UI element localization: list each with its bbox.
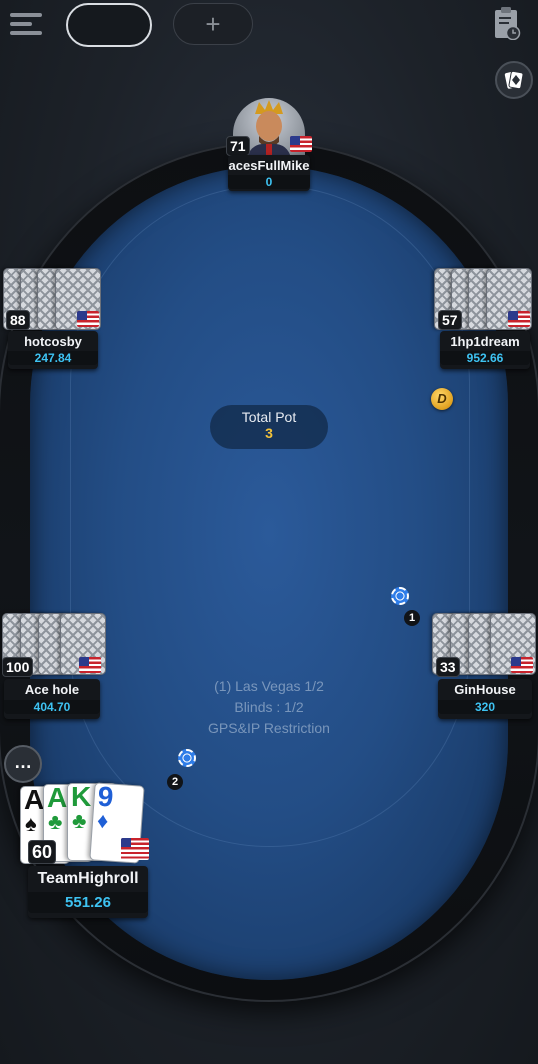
- player-stack: 952.66: [440, 351, 530, 365]
- card-deck-icon: [504, 70, 524, 90]
- usa-flag-icon: [79, 657, 101, 673]
- card-suit: ♠: [25, 811, 37, 836]
- usa-flag-icon: [77, 311, 99, 327]
- card-suit: ♣: [72, 808, 87, 833]
- table-blinds: Blinds : 1/2: [234, 699, 304, 715]
- chat-bubble-icon: …: [14, 752, 32, 772]
- bet-amount: 1: [404, 610, 420, 626]
- chip-icon: [391, 587, 409, 605]
- menu-button[interactable]: [10, 8, 42, 40]
- table-info: (1) Las Vegas 1/2 Blinds : 1/2 GPS&IP Re…: [170, 676, 368, 739]
- player-stack: 404.70: [4, 700, 100, 714]
- player-stack: 247.84: [8, 351, 98, 365]
- player-seat-top[interactable]: acesFullMike 0: [228, 155, 310, 191]
- player-stack: 320: [438, 700, 532, 714]
- add-table-button[interactable]: +: [173, 3, 253, 45]
- pot-value: 3: [265, 425, 273, 441]
- table-restriction: GPS&IP Restriction: [208, 720, 330, 736]
- player-name: GinHouse: [454, 682, 516, 697]
- table-name: (1) Las Vegas 1/2: [214, 678, 324, 694]
- usa-flag-icon: [121, 838, 149, 860]
- chat-button[interactable]: …: [4, 745, 42, 783]
- usa-flag-icon: [511, 657, 533, 673]
- player-level-badge: 88: [6, 310, 30, 330]
- dealer-button: D: [431, 388, 453, 410]
- player-name: 1hp1dream: [450, 334, 520, 349]
- player-stack: 551.26: [28, 892, 148, 913]
- player-level-badge: 60: [28, 840, 57, 864]
- usa-flag-icon: [290, 136, 312, 152]
- active-table-tab[interactable]: [66, 3, 152, 47]
- player-name: Ace hole: [24, 682, 80, 697]
- total-pot: Total Pot 3: [210, 405, 328, 449]
- player-name: TeamHighroll: [37, 870, 139, 887]
- player-seat-ace-hole[interactable]: Ace hole 404.70: [4, 679, 100, 719]
- player-level-badge: 100: [2, 657, 34, 677]
- player-name: acesFullMike: [228, 158, 310, 173]
- player-level-badge: 57: [438, 310, 462, 330]
- table-inner-line: [70, 185, 470, 847]
- player-level-badge: 71: [226, 136, 250, 156]
- bet-amount: 2: [167, 774, 183, 790]
- chip-icon: [178, 749, 196, 767]
- clipboard-clock-icon[interactable]: [493, 6, 521, 40]
- card-suit: ♣: [48, 809, 63, 834]
- pot-label: Total Pot: [241, 409, 297, 425]
- usa-flag-icon: [508, 311, 530, 327]
- hamburger-menu-icon: [10, 13, 42, 17]
- hero-seat[interactable]: TeamHighroll 551.26: [28, 866, 148, 918]
- card-suit: ♦: [96, 807, 110, 834]
- player-stack: 0: [228, 175, 310, 189]
- player-seat-ginhouse[interactable]: GinHouse 320: [438, 679, 532, 719]
- player-name: hotcosby: [24, 334, 82, 349]
- player-seat-1hp1dream[interactable]: 1hp1dream 952.66: [440, 331, 530, 369]
- player-seat-hotcosby[interactable]: hotcosby 247.84: [8, 331, 98, 369]
- card-deck-button[interactable]: [495, 61, 533, 99]
- player-level-badge: 33: [436, 657, 460, 677]
